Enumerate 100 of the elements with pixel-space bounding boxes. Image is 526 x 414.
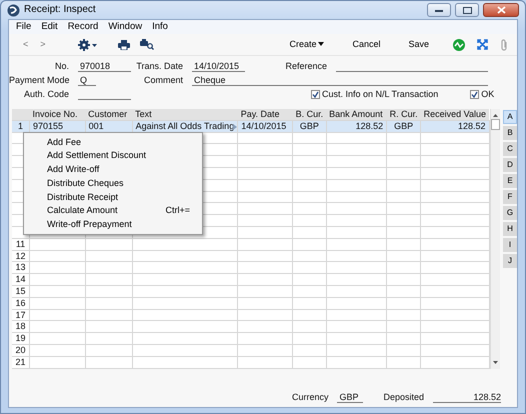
- table-row[interactable]: 15: [12, 285, 490, 298]
- minimize-icon: [435, 8, 443, 12]
- column-header[interactable]: R. Cur.: [386, 109, 421, 120]
- back-button[interactable]: <: [17, 39, 34, 50]
- side-tab[interactable]: B: [503, 126, 517, 140]
- field-label: Deposited: [383, 392, 424, 403]
- column-header[interactable]: Text: [132, 109, 238, 120]
- input-field[interactable]: Q: [78, 75, 96, 86]
- scroll-thumb[interactable]: [490, 119, 500, 130]
- side-tab[interactable]: G: [503, 206, 517, 220]
- table-cell: GBP: [394, 121, 414, 131]
- table-cell: GBP: [300, 121, 319, 131]
- field-label: Comment: [142, 75, 184, 86]
- menu-item[interactable]: Calculate Amount Ctrl+=: [24, 204, 202, 218]
- status-icon[interactable]: [453, 38, 465, 50]
- input-field[interactable]: 14/10/2015: [192, 61, 245, 72]
- menu-item[interactable]: Distribute Receipt: [24, 190, 202, 204]
- checkbox-label: Cust. Info on N/L Transaction: [322, 89, 438, 100]
- column-header[interactable]: Bank Amount: [326, 109, 387, 120]
- column-header[interactable]: Invoice No.: [30, 109, 86, 120]
- row-number: 11: [16, 239, 26, 249]
- table-row[interactable]: 21: [12, 356, 490, 368]
- shortcut-label: Ctrl+=: [165, 205, 190, 216]
- menu-item[interactable]: Add Fee: [24, 135, 202, 149]
- menu-item[interactable]: Add Settlement Discount: [24, 148, 202, 163]
- input-field[interactable]: GBP: [337, 392, 364, 403]
- field-label: Currency: [292, 392, 328, 403]
- app-logo-icon: [7, 4, 20, 16]
- column-header[interactable]: B. Cur.: [292, 109, 326, 120]
- table-row[interactable]: 20: [12, 344, 490, 356]
- table-cell: 128.52: [458, 121, 486, 131]
- row-number: 19: [16, 334, 26, 344]
- menu-item[interactable]: Edit: [36, 21, 63, 33]
- table-cell: 001: [88, 121, 104, 131]
- menu-item[interactable]: Add Write-off: [24, 162, 202, 176]
- menu-item[interactable]: Write-off Prepayment: [24, 218, 202, 232]
- maximize-button[interactable]: [455, 3, 479, 17]
- table-cell: Against All Odds Trading: [136, 121, 234, 131]
- input-field[interactable]: 970018: [78, 61, 131, 72]
- column-header[interactable]: Received Value: [420, 109, 490, 120]
- row-number: 20: [16, 345, 26, 355]
- table-cell: 970155: [33, 121, 64, 131]
- input-field[interactable]: Cheque: [192, 75, 488, 86]
- table-row[interactable]: 16: [12, 297, 490, 310]
- row-number: 16: [16, 298, 26, 308]
- field-label: Reference: [284, 61, 328, 72]
- row-number: 18: [16, 322, 26, 332]
- row-number: 12: [16, 251, 26, 261]
- side-tab[interactable]: D: [503, 158, 517, 172]
- side-tab[interactable]: A: [503, 110, 517, 124]
- maximize-icon: [462, 6, 472, 14]
- menu-item[interactable]: Info: [147, 21, 173, 33]
- table-row[interactable]: 11: [12, 238, 490, 250]
- side-tab[interactable]: E: [503, 174, 517, 188]
- table-row[interactable]: 17: [12, 309, 490, 321]
- table-row[interactable]: 14: [12, 274, 490, 286]
- menu-item[interactable]: Distribute Cheques: [24, 176, 202, 190]
- menu-item[interactable]: Record: [62, 21, 104, 33]
- side-tab[interactable]: C: [503, 142, 517, 156]
- menu-item[interactable]: Window: [103, 21, 148, 33]
- table-row[interactable]: 13: [12, 262, 490, 274]
- column-header[interactable]: Pay. Date: [238, 109, 293, 120]
- settings-icon[interactable]: [78, 38, 98, 50]
- table-cell: 128.52: [356, 121, 384, 131]
- close-button[interactable]: [483, 3, 519, 17]
- row-number: 1: [18, 121, 24, 131]
- checkbox[interactable]: [470, 90, 480, 100]
- field-label: Auth. Code: [22, 89, 70, 100]
- forward-button[interactable]: >: [34, 39, 52, 50]
- table-row[interactable]: 19: [12, 332, 490, 344]
- table-row[interactable]: 1 970155 001 Against All Odds Trading 14/10/2015 GBP 128.52 GBP 128.52: [12, 120, 490, 132]
- expand-icon[interactable]: [477, 39, 488, 50]
- field-label: Payment Mode: [9, 75, 71, 86]
- printer-icon[interactable]: [118, 40, 130, 50]
- close-icon: [496, 6, 506, 14]
- table-row[interactable]: 18: [12, 320, 490, 333]
- column-header[interactable]: Customer: [85, 109, 132, 120]
- row-number: 17: [16, 310, 26, 320]
- row-number: 13: [16, 262, 26, 272]
- side-tab[interactable]: H: [503, 222, 517, 236]
- input-field[interactable]: 128.52: [433, 392, 501, 403]
- side-tab[interactable]: J: [503, 254, 517, 268]
- checkbox-label: OK: [481, 89, 494, 100]
- table-row[interactable]: 12: [12, 250, 490, 262]
- scroll-down-icon[interactable]: [492, 360, 499, 365]
- paperclip-icon[interactable]: [500, 38, 509, 50]
- row-number: 14: [16, 274, 26, 284]
- field-label: Trans. Date: [135, 61, 184, 72]
- minimize-button[interactable]: [427, 3, 451, 17]
- toolbar-button[interactable]: Cancel: [352, 39, 380, 50]
- menu-item[interactable]: File: [11, 21, 36, 33]
- checkbox[interactable]: [311, 90, 320, 100]
- toolbar-button[interactable]: Save: [408, 39, 429, 50]
- row-number: 21: [16, 357, 26, 367]
- toolbar-button[interactable]: Create: [289, 39, 324, 50]
- print-preview-icon[interactable]: [140, 39, 154, 50]
- scrollbar[interactable]: [490, 109, 500, 369]
- side-tab[interactable]: I: [503, 238, 517, 252]
- window-title: Receipt: Inspect: [24, 4, 96, 16]
- side-tab[interactable]: F: [503, 190, 517, 204]
